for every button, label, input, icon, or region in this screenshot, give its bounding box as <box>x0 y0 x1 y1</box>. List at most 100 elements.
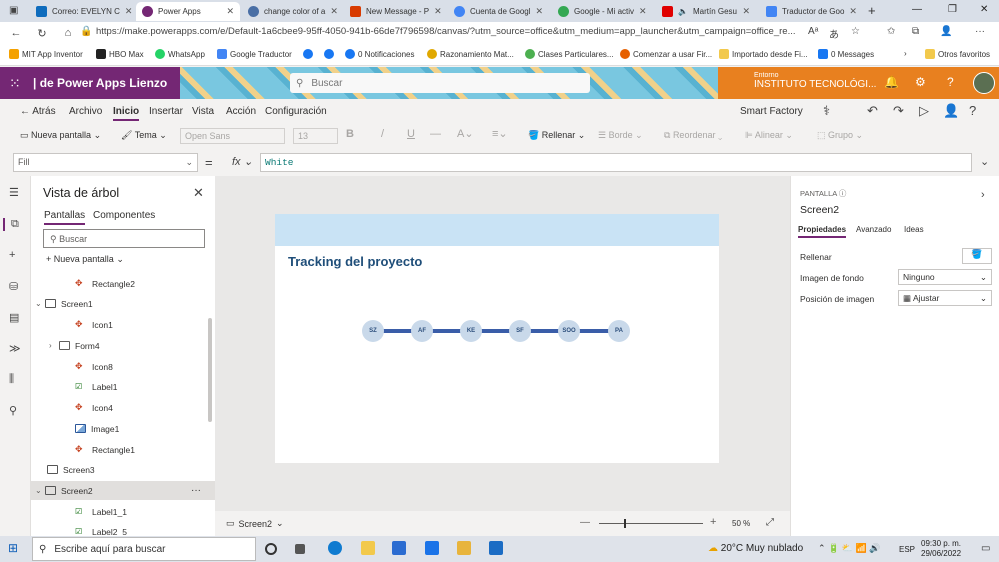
photos-icon[interactable] <box>457 541 471 555</box>
close-icon[interactable]: ✕ <box>536 6 544 17</box>
browser-tab-search[interactable]: change color of a ✕ <box>242 2 342 21</box>
menu-archivo[interactable]: Archivo <box>69 106 102 117</box>
tab-propiedades[interactable]: Propiedades <box>798 225 847 238</box>
tree-view-icon[interactable]: ⧉ <box>3 218 19 231</box>
fill-color-picker[interactable]: 🪣 <box>962 248 992 264</box>
notifications-icon[interactable]: 🔔 <box>884 75 899 89</box>
close-icon[interactable]: ✕ <box>742 6 750 17</box>
close-icon[interactable]: ✕ <box>193 185 204 201</box>
chevron-down-icon[interactable]: ⌄ <box>35 486 45 495</box>
app-launcher-icon[interactable]: ⁙ <box>9 75 21 92</box>
share-icon[interactable]: 👤 <box>943 103 959 119</box>
tree-node[interactable]: ✥ Rectangle2 <box>31 274 215 293</box>
data-icon[interactable]: ⛁ <box>9 280 18 293</box>
tree-node[interactable]: Image1 <box>31 419 215 438</box>
align-button[interactable]: ⊫ Alinear ⌄ <box>745 130 793 141</box>
timeline-line[interactable] <box>372 329 624 333</box>
collections-icon[interactable]: ⧉ <box>912 26 919 37</box>
timeline-dot[interactable]: SOO <box>558 320 580 342</box>
tab-pantallas[interactable]: Pantallas <box>44 210 86 225</box>
bold-button[interactable]: B <box>346 128 354 140</box>
group-button[interactable]: ⬚ Grupo ⌄ <box>817 130 863 141</box>
speaker-icon[interactable]: 🔈 <box>678 7 688 16</box>
edge-icon[interactable] <box>328 541 342 555</box>
notifications-icon[interactable]: ▭ <box>981 543 990 554</box>
font-size-select[interactable]: 13 <box>293 128 338 144</box>
close-icon[interactable]: ✕ <box>434 6 442 17</box>
play-icon[interactable]: ▷ <box>919 103 929 119</box>
hamburger-icon[interactable]: ☰ <box>9 186 19 199</box>
new-screen-button[interactable]: ▭ Nueva pantalla ⌄ <box>20 130 101 141</box>
environment-picker[interactable]: Entorno INSTITUTO TECNOLÓGI... <box>754 71 876 90</box>
menu-configuracion[interactable]: Configuración <box>265 106 327 117</box>
background-image-select[interactable]: Ninguno ⌄ <box>898 269 992 285</box>
tree-node[interactable]: ⌄ Screen2 ··· <box>31 481 215 500</box>
tree-node[interactable]: ☑ Label1 <box>31 377 215 396</box>
home-icon[interactable]: ⌂ <box>61 27 75 39</box>
timeline-dot[interactable]: SF <box>509 320 531 342</box>
browser-tab-youtube[interactable]: 🔈 Martín Gesu ✕ <box>656 2 756 21</box>
favorites-icon[interactable]: ✩ <box>887 26 895 37</box>
url-field[interactable]: https://make.powerapps.com/e/Default-1a6… <box>96 26 806 41</box>
menu-vista[interactable]: Vista <box>192 106 214 117</box>
bookmark-messages[interactable]: 0 Messages <box>818 49 874 59</box>
language-indicator[interactable]: ESP <box>899 545 915 554</box>
translate-page-icon[interactable]: あ <box>829 26 839 41</box>
tree-search-input[interactable]: ⚲ Buscar <box>43 229 205 248</box>
tree-node[interactable]: ✥ Icon1 <box>31 315 215 334</box>
close-icon[interactable]: ✕ <box>330 6 338 17</box>
menu-inicio[interactable]: Inicio <box>113 106 140 121</box>
font-color-button[interactable]: A⌄ <box>457 127 474 140</box>
refresh-icon[interactable]: ↻ <box>35 27 49 40</box>
bookmarks-overflow-icon[interactable]: › <box>904 49 907 58</box>
new-tab-button[interactable]: + <box>868 3 876 18</box>
photos-app-icon[interactable] <box>489 541 503 555</box>
bookmark-clases[interactable]: Clases Particulares... <box>525 49 614 59</box>
back-icon[interactable]: ← <box>9 27 23 39</box>
bookmark-notifications[interactable]: 0 Notificaciones <box>345 49 414 59</box>
chevron-down-icon[interactable]: ⌄ <box>35 299 45 308</box>
align-text-button[interactable]: ≡⌄ <box>492 127 508 140</box>
tree-node[interactable]: ✥ Icon8 <box>31 357 215 376</box>
zoom-in-button[interactable]: + <box>710 516 716 528</box>
zoom-out-button[interactable]: — <box>580 517 590 528</box>
bookmark-others[interactable]: Otros favoritos <box>925 49 990 59</box>
browser-tab-translate[interactable]: Traductor de Goo ✕ <box>760 2 860 21</box>
underline-button[interactable]: U <box>407 128 415 140</box>
tree-node[interactable]: ✥ Rectangle1 <box>31 440 215 459</box>
system-clock[interactable]: 09:30 p. m. 29/06/2022 <box>921 539 961 559</box>
browser-tab-outlook[interactable]: Correo: EVELYN C ✕ <box>30 2 134 21</box>
zoom-slider[interactable] <box>599 523 703 524</box>
tree-node[interactable]: ✥ Icon4 <box>31 398 215 417</box>
fx-button[interactable]: fx ⌄ <box>232 155 253 168</box>
expand-formula-icon[interactable]: ⌄ <box>980 155 989 168</box>
bookmark-facebook-1[interactable] <box>303 49 313 59</box>
browser-tab-google-account[interactable]: Cuenta de Googl ✕ <box>448 2 548 21</box>
timeline-dot[interactable]: KE <box>460 320 482 342</box>
bookmark-imported[interactable]: Importado desde Fi... <box>719 49 808 59</box>
header-rectangle[interactable] <box>275 214 719 246</box>
timeline-dot[interactable]: SZ <box>362 320 384 342</box>
help-circle-icon[interactable]: ⓘ <box>839 189 847 198</box>
tree-node[interactable]: Screen3 <box>31 460 215 479</box>
browser-tab-powerapps[interactable]: Power Apps ✕ <box>136 2 240 21</box>
theme-button[interactable]: 🖌 Tema ⌄ <box>121 130 167 141</box>
bookmark-hbo[interactable]: HBO Max <box>96 49 144 59</box>
fit-to-window-icon[interactable]: ⤢ <box>766 517 774 528</box>
header-search[interactable]: ⚲ Buscar <box>290 73 590 93</box>
menu-accion[interactable]: Acción <box>226 106 256 117</box>
favorite-add-icon[interactable]: ☆ <box>851 26 860 37</box>
tracking-title[interactable]: Tracking del proyecto <box>288 254 422 269</box>
bookmark-firefox[interactable]: Comenzar a usar Fir... <box>620 49 712 59</box>
help-icon[interactable]: ? <box>947 75 954 89</box>
app-checker-icon[interactable]: ⚕ <box>823 103 830 119</box>
browser-tab-message[interactable]: New Message - P ✕ <box>344 2 444 21</box>
chevron-right-icon[interactable]: › <box>49 341 59 350</box>
tree-node[interactable]: › Form4 <box>31 336 215 355</box>
reorder-button[interactable]: ⧉ Reordenar ⌄ <box>664 130 722 141</box>
advanced-tools-icon[interactable]: ⫼ <box>9 373 14 386</box>
italic-button[interactable]: / <box>381 128 384 140</box>
property-select[interactable]: Fill ⌄ <box>13 153 198 172</box>
tree-scrollbar[interactable] <box>208 318 212 422</box>
system-tray-icons[interactable]: ⌃ 🔋 ⛅ 📶 🔊 <box>818 543 880 554</box>
